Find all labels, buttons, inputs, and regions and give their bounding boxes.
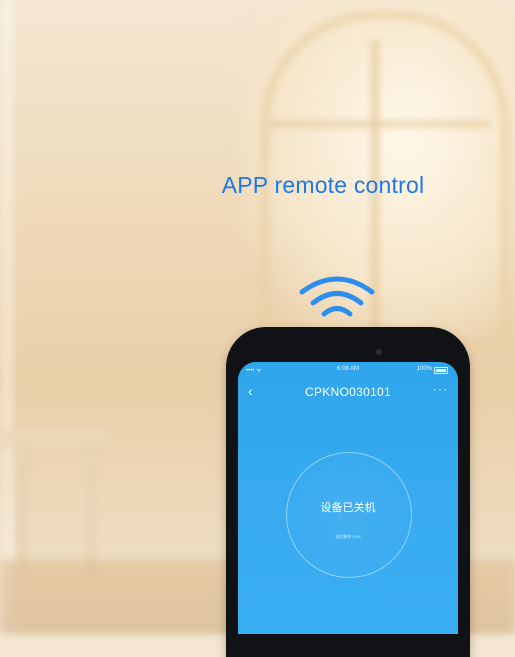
table-leg (18, 445, 28, 575)
wifi-signal-icon (299, 276, 375, 317)
front-camera (376, 349, 382, 355)
status-bar: •••• ᯤ 6:08 AM 100% (238, 366, 458, 376)
battery-icon (434, 367, 448, 374)
window-mullion (270, 120, 490, 128)
battery-percent: 100% (416, 366, 432, 372)
table-leg (86, 445, 96, 575)
device-title: CPKNO030101 (304, 385, 392, 399)
device-status-text: 设备已关机 (320, 502, 376, 514)
more-options-icon[interactable]: ··· (433, 382, 448, 396)
power-ring[interactable] (286, 452, 412, 578)
wall-edge (0, 0, 14, 634)
app-screen: •••• ᯤ 6:08 AM 100% ‹ CPKNO030101 ··· 设备… (238, 362, 458, 634)
filter-life-text: 滤芯剩余 93% (335, 534, 361, 539)
headline: APP remote control (221, 172, 425, 198)
app-nav-bar: ‹ CPKNO030101 ··· (238, 380, 458, 402)
